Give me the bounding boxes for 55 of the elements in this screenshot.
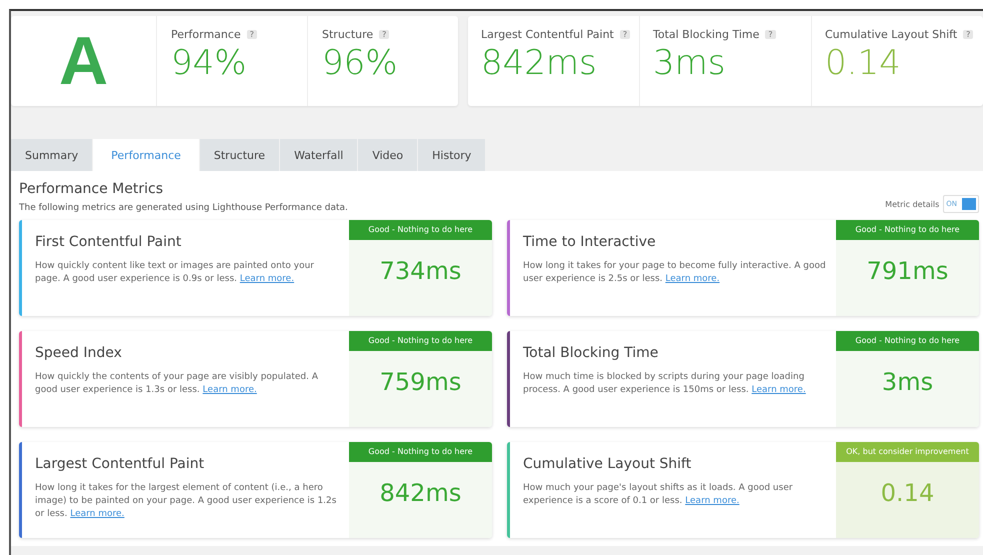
metric-value: 791ms xyxy=(866,256,950,287)
toggle-label: Metric details xyxy=(885,200,940,208)
metric-title: Time to Interactive xyxy=(523,234,657,250)
help-icon[interactable]: ? xyxy=(765,30,776,39)
learn-more-link[interactable]: Learn more. xyxy=(240,274,294,284)
metric-description: How quickly the contents of your page are visibly populated. A good user experience is 1.3s or less. Learn more. xyxy=(35,371,320,397)
metric-value: 3ms xyxy=(880,367,934,398)
tab[interactable]: Summary xyxy=(11,139,92,171)
learn-more-link[interactable]: Learn more. xyxy=(665,274,720,284)
metric-value: 842ms xyxy=(481,42,598,85)
help-icon[interactable]: ? xyxy=(246,30,257,39)
status-badge: Good - Nothing to do here xyxy=(349,220,492,240)
metric-label: Total Blocking Time xyxy=(653,28,760,41)
score-label: Structure xyxy=(322,28,374,41)
help-icon[interactable]: ? xyxy=(963,30,974,39)
tab[interactable]: Video xyxy=(358,139,418,171)
section-subtitle: The following metrics are generated using Lighthouse Performance data. xyxy=(19,203,348,213)
metric-description: How quickly content like text or images are painted onto your page. A good user experience is 0.9s or less. Learn more. xyxy=(35,260,315,286)
metric-label: Cumulative Layout Shift xyxy=(825,28,958,41)
tab[interactable]: Performance xyxy=(93,139,199,171)
metric-title: Largest Contentful Paint xyxy=(35,456,206,472)
help-icon[interactable]: ? xyxy=(379,30,390,39)
metric-value: 0.14 xyxy=(880,478,936,509)
score-label: Performance xyxy=(171,28,241,41)
metric-label: Largest Contentful Paint xyxy=(481,28,614,41)
status-badge: Good - Nothing to do here xyxy=(349,331,492,351)
learn-more-link[interactable]: Learn more. xyxy=(70,509,124,519)
metric-description: How long it takes for the largest element of content (i.e., a hero image) to be painted on your page. A good user experience is 1.2s or less. Learn more. xyxy=(35,482,338,521)
learn-more-link[interactable]: Learn more. xyxy=(202,385,257,395)
metric-value: 0.14 xyxy=(825,42,902,85)
metric-value: 3ms xyxy=(653,42,726,85)
metric-value: 734ms xyxy=(378,256,462,287)
learn-more-link[interactable]: Learn more. xyxy=(752,385,806,395)
tab[interactable]: Waterfall xyxy=(280,139,358,171)
status-badge: OK, but consider improvement xyxy=(836,442,979,462)
metric-description: How much time is blocked by scripts during your page loading process. A good user experience is 150ms or less. Learn more. xyxy=(523,371,807,397)
metric-title: First Contentful Paint xyxy=(35,234,182,250)
metric-value: 842ms xyxy=(378,478,462,509)
metric-title: Cumulative Layout Shift xyxy=(523,456,692,472)
status-badge: Good - Nothing to do here xyxy=(836,220,979,240)
metric-title: Total Blocking Time xyxy=(523,345,660,361)
learn-more-link[interactable]: Learn more. xyxy=(685,496,740,506)
status-badge: Good - Nothing to do here xyxy=(349,442,492,462)
section-title: Performance Metrics xyxy=(19,181,164,197)
status-badge: Good - Nothing to do here xyxy=(836,331,979,351)
metric-title: Speed Index xyxy=(35,345,123,361)
metric-value: 759ms xyxy=(378,367,462,398)
metric-description: How long it takes for your page to become fully interactive. A good user experience is 2.5s or less. Learn more. xyxy=(523,260,827,286)
grade-letter: A xyxy=(58,27,108,95)
score-value: 96% xyxy=(322,42,399,85)
tab[interactable]: Structure xyxy=(200,139,280,171)
tab[interactable]: History xyxy=(418,139,486,171)
help-icon[interactable]: ? xyxy=(620,30,630,39)
score-value: 94% xyxy=(171,42,248,85)
metric-description: How much your page's layout shifts as it loads. A good user experience is a score of 0.1 or less. Learn more. xyxy=(523,482,794,508)
